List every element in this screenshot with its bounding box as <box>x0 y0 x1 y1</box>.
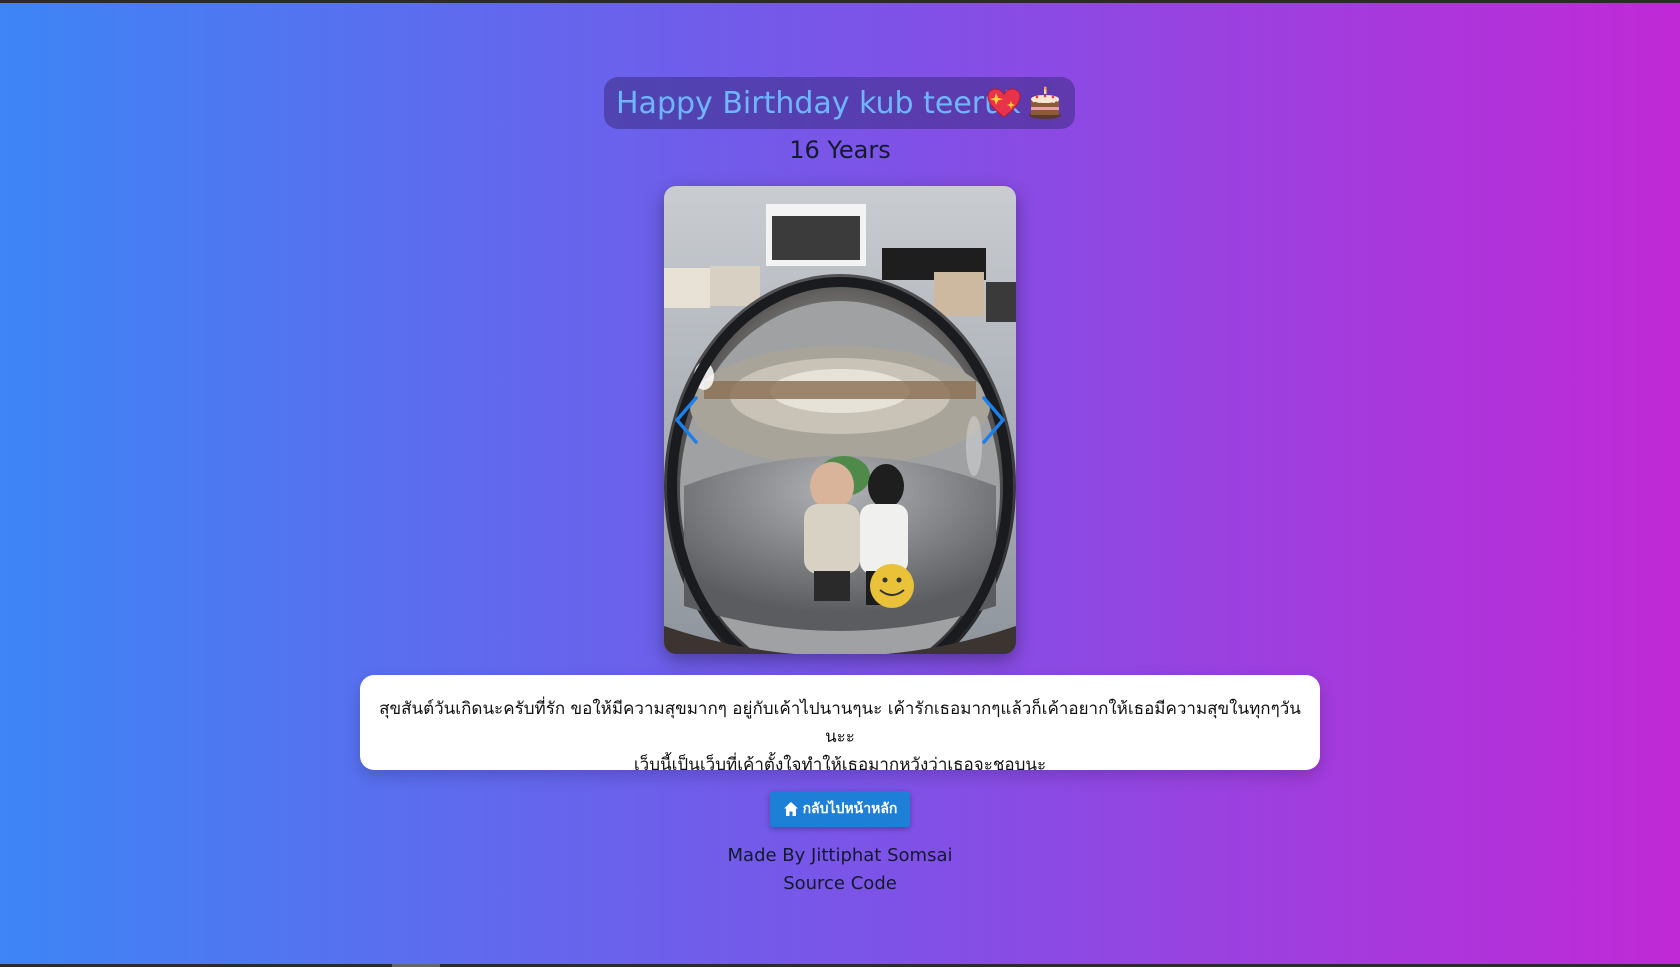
chevron-left-icon[interactable] <box>672 395 702 445</box>
message-line-1: สุขสันต์วันเกิดนะครับที่รัก ขอให้มีความส… <box>379 699 1301 747</box>
source-code-link[interactable]: Source Code <box>0 873 1680 894</box>
birthday-message-card: สุขสันต์วันเกิดนะครับที่รัก ขอให้มีความส… <box>360 675 1320 775</box>
page-title: Happy Birthday kub teeruk <box>616 85 1021 121</box>
age-subtitle: 16 Years <box>789 136 891 164</box>
title-banner: Happy Birthday kub teeruk <box>604 77 1075 129</box>
carousel-photo <box>664 186 1016 654</box>
sparkling-heart-icon <box>987 88 1021 118</box>
birthday-cake-icon <box>1029 86 1061 119</box>
photo-carousel[interactable] <box>664 186 1016 654</box>
home-icon <box>783 802 798 816</box>
chevron-right-icon[interactable] <box>978 395 1008 445</box>
author-credit: Made By Jittiphat Somsai <box>727 845 953 866</box>
back-to-home-label: กลับไปหน้าหลัก <box>802 801 898 817</box>
back-to-home-button[interactable]: กลับไปหน้าหลัก <box>770 791 910 827</box>
message-line-2: เว็บนี้เป็นเว็บที่เค้าตั้งใจทำให้เธอมากห… <box>633 755 1047 775</box>
page-background: Happy Birthday kub teeruk 16 Years สุขสั… <box>0 3 1680 964</box>
